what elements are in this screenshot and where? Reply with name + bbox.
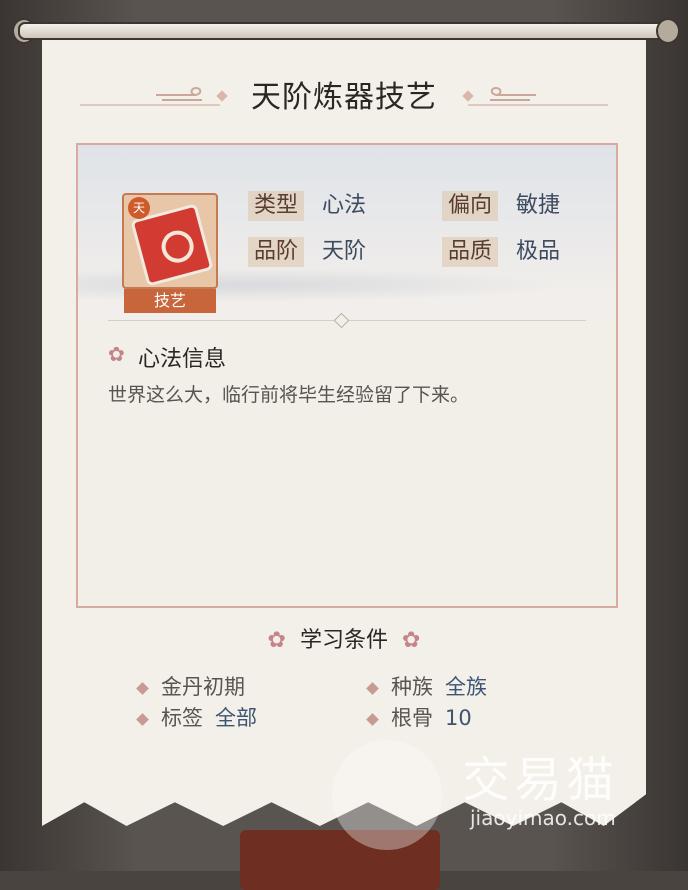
attr-key-bias: 偏向: [442, 191, 499, 221]
attr-value-bias: 敏捷: [516, 193, 561, 218]
requirement-race: 种族 全族: [366, 672, 487, 702]
item-title: 天阶炼器技艺: [251, 80, 437, 115]
icon-frame: 天: [122, 193, 218, 289]
watermark-cat-icon: [332, 740, 442, 850]
requirements-heading: 学习条件: [299, 628, 388, 653]
attr-key-quality: 品质: [442, 237, 499, 267]
item-description: 世界这么大，临行前将毕生经验留了下来。: [108, 384, 470, 406]
bullet-icon: [136, 712, 149, 726]
info-heading: 心法信息: [138, 347, 227, 372]
scroll-rod: [18, 22, 674, 40]
attr-key-rank: 品阶: [248, 237, 305, 267]
bullet-icon: [366, 712, 379, 726]
rod-cap-right-icon: [656, 18, 680, 44]
book-emblem-icon: [158, 227, 198, 267]
grade-badge: 天: [128, 197, 150, 219]
item-type-label: 技艺: [124, 289, 216, 313]
requirements-heading-row: ✿ 学习条件 ✿: [0, 622, 688, 654]
requirement-realm: 金丹初期: [136, 672, 245, 702]
attr-value-rank: 天阶: [322, 239, 367, 264]
watermark-name: 交易猫: [462, 752, 619, 808]
flower-icon: ✿: [108, 342, 125, 366]
attr-value-type: 心法: [322, 193, 367, 218]
bullet-icon: [366, 681, 379, 695]
attr-key-type: 类型: [248, 191, 305, 221]
requirement-tag: 标签 全部: [136, 703, 257, 733]
bullet-icon: [136, 681, 149, 695]
flower-icon: ✿: [402, 628, 421, 653]
title-row: 天阶炼器技艺: [0, 78, 688, 118]
attr-value-quality: 极品: [516, 239, 561, 264]
flower-icon: ✿: [267, 628, 286, 653]
item-icon[interactable]: 天 技艺: [122, 193, 218, 313]
requirement-root-bone: 根骨 10: [366, 703, 472, 733]
watermark-url: jiaoyimao.com: [470, 806, 616, 830]
item-detail-panel: 天 技艺 类型 心法 偏向 敏捷 品阶 天阶 品质 极品: [76, 143, 618, 608]
